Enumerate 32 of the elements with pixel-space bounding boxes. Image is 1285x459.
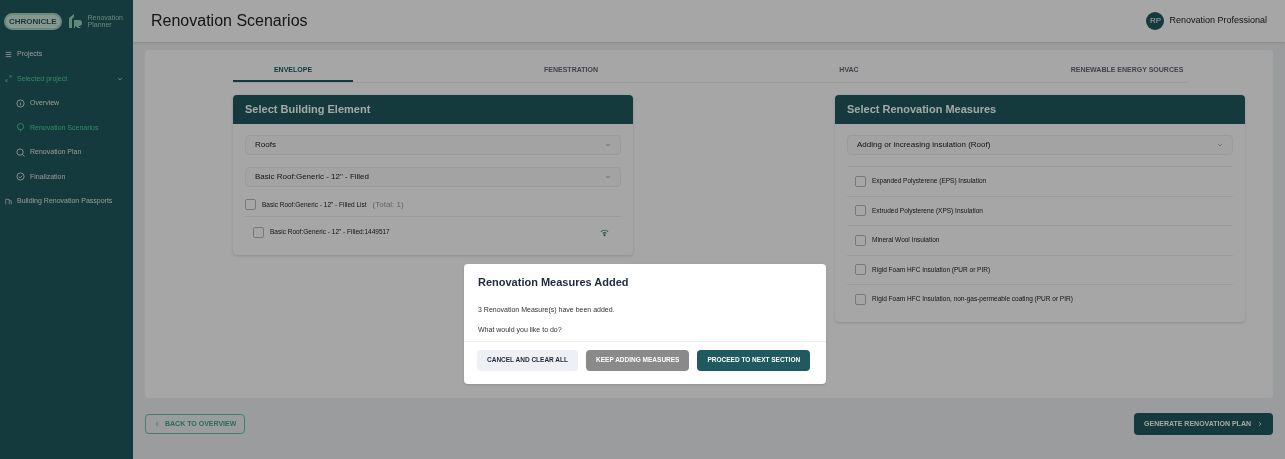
chevron-icon bbox=[117, 75, 123, 82]
checkbox[interactable] bbox=[855, 205, 866, 217]
select-field[interactable]: Roofs bbox=[245, 135, 621, 155]
card-title: Select Renovation Measures bbox=[835, 95, 1245, 124]
building-icon bbox=[5, 197, 12, 205]
card-title: Select Building Element bbox=[233, 95, 633, 124]
partner-logo: CHRONICLE bbox=[4, 12, 62, 30]
page-title: Renovation Scenarios bbox=[151, 11, 308, 31]
select-field[interactable]: Adding or increasing insulation (Roof) bbox=[847, 135, 1233, 155]
checkbox[interactable] bbox=[855, 234, 866, 246]
chevron-icon bbox=[1217, 142, 1223, 148]
user-name: Renovation Professional bbox=[1169, 14, 1267, 28]
search-icon bbox=[16, 147, 25, 157]
check-circle-icon bbox=[16, 172, 25, 182]
expand-icon bbox=[5, 75, 12, 83]
checkbox[interactable] bbox=[855, 264, 866, 276]
checkbox[interactable] bbox=[253, 226, 264, 238]
select-field[interactable]: Basic Roof:Generic - 12" - Filled bbox=[245, 167, 621, 187]
app-logo-icon bbox=[66, 13, 83, 29]
checkbox[interactable] bbox=[855, 175, 866, 187]
info-icon bbox=[16, 98, 25, 108]
chevron-left-icon bbox=[154, 421, 160, 427]
chevron-icon bbox=[605, 174, 611, 180]
chevron-icon bbox=[605, 142, 611, 148]
location-icon bbox=[16, 123, 25, 133]
signal-icon[interactable] bbox=[600, 227, 609, 237]
checkbox[interactable] bbox=[855, 293, 866, 305]
list-icon bbox=[5, 50, 12, 58]
chevron-right-icon bbox=[1257, 421, 1263, 427]
dialog-title: Renovation Measures Added bbox=[477, 275, 630, 290]
user-avatar[interactable]: RP bbox=[1146, 12, 1165, 30]
checkbox[interactable] bbox=[245, 199, 256, 210]
